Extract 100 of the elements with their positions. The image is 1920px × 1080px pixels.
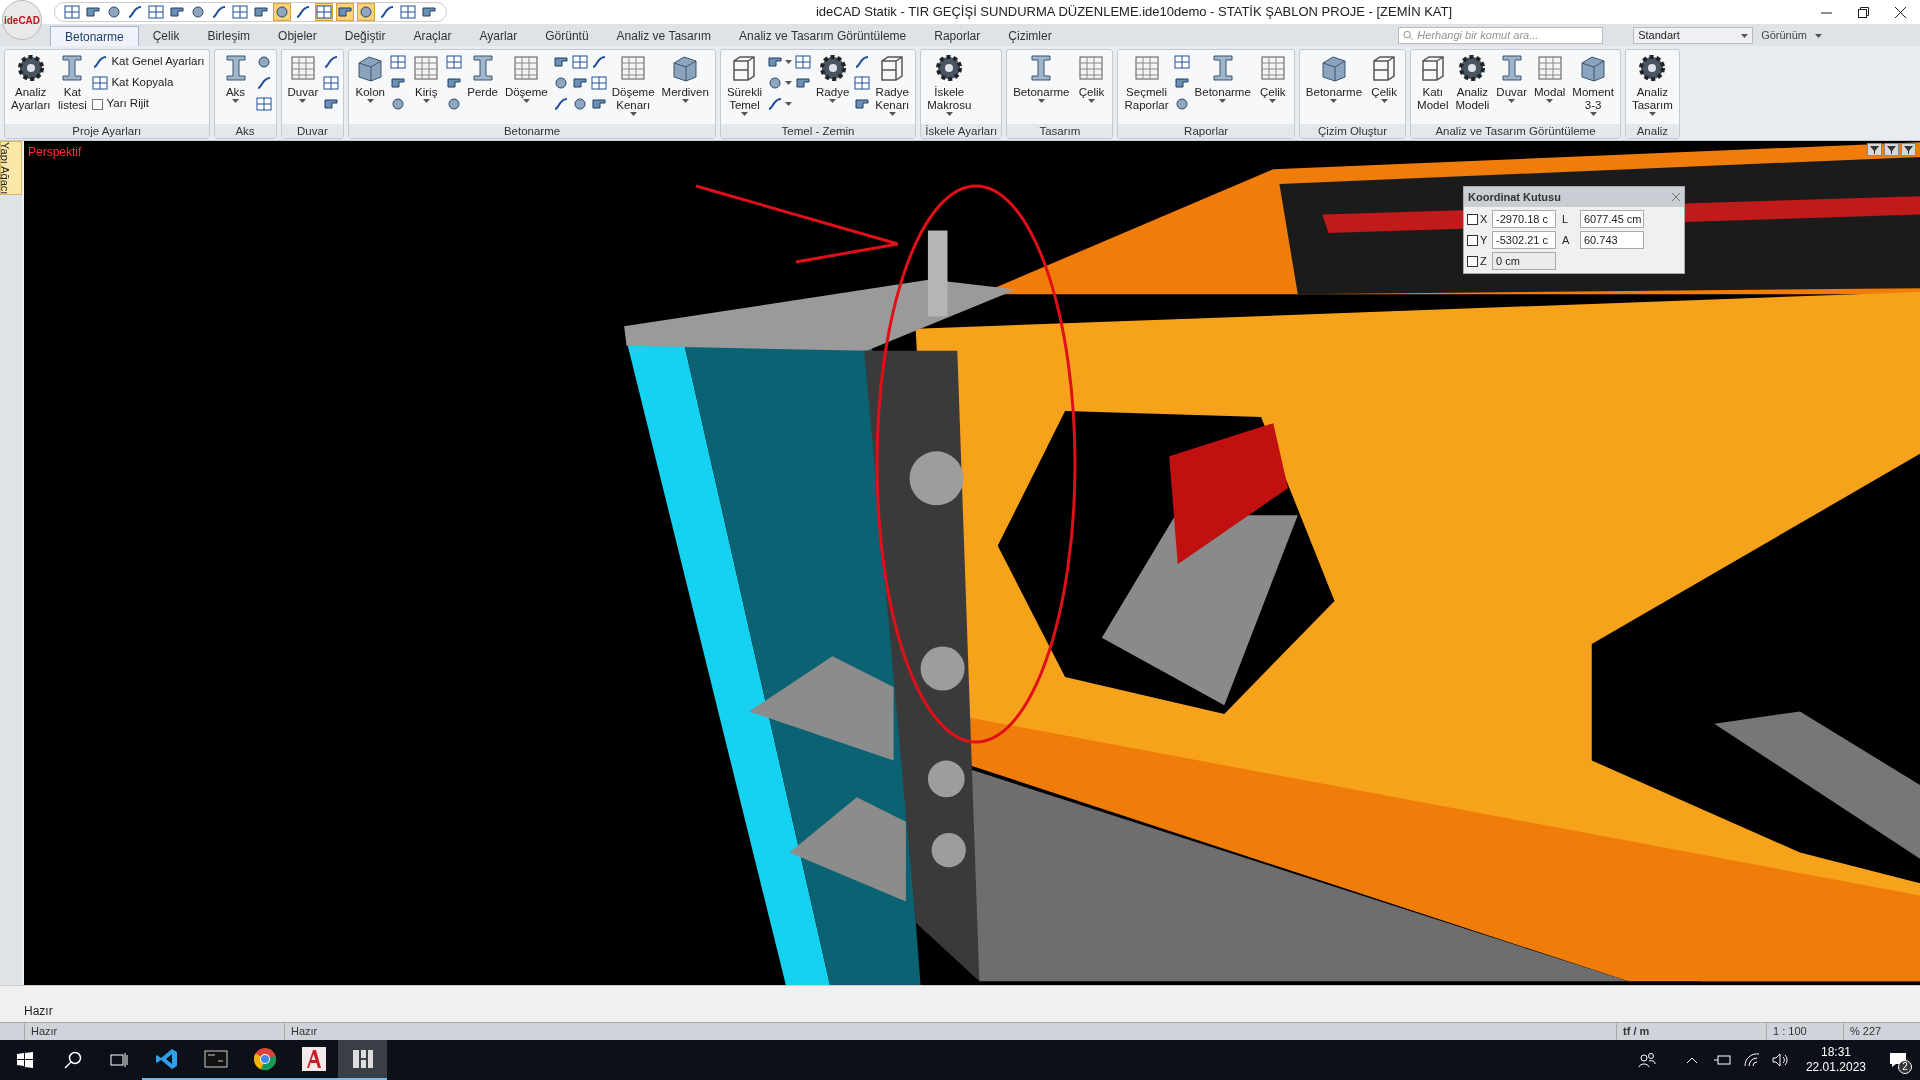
ribbon-button[interactable]: Döşeme Kenarı [609,53,657,123]
toolbar-button[interactable] [210,3,228,21]
ribbon-button[interactable]: Merdiven [659,53,711,123]
ribbon-button[interactable]: Çelik [1367,53,1402,123]
ribbon-tab[interactable]: Değiştir [330,26,400,46]
ribbon-button[interactable]: Duvar [1494,53,1529,123]
tool-button[interactable] [446,95,463,113]
tool-button[interactable] [390,53,407,71]
style-dropdown[interactable]: Standart [1633,27,1754,44]
ribbon-button[interactable]: Seçmeli Raporlar [1122,53,1171,123]
tool-button[interactable] [1173,53,1190,71]
ribbon-button[interactable]: Betonarme [1011,53,1072,123]
tool-button[interactable] [390,95,407,113]
ribbon-button[interactable]: Aks [218,53,253,123]
battery-icon[interactable] [1713,1054,1732,1066]
tool-button[interactable] [767,95,793,113]
toolbar-button[interactable] [399,3,417,21]
search-icon[interactable] [64,1051,82,1069]
tool-button[interactable] [795,53,812,71]
tool-button[interactable] [552,95,569,113]
filter-button[interactable] [1901,143,1916,156]
ribbon-tab[interactable]: Betonarme [50,26,139,46]
tool-button[interactable] [323,53,340,71]
ribbon-button[interactable]: Kolon [353,53,388,123]
ribbon-button[interactable]: Döşeme [502,53,550,123]
checkbox[interactable] [92,98,104,110]
ribbon-tab[interactable]: Raporlar [920,26,995,46]
coordinate-field[interactable]: -2970.18 c [1492,210,1556,228]
ribbon-button[interactable]: Analiz Tasarım [1629,53,1675,123]
toolbar-button[interactable] [231,3,249,21]
ribbon-button[interactable]: Modal [1532,53,1568,123]
ribbon-button[interactable]: Kat Genel Ayarları [92,53,205,71]
coordinate-field[interactable]: -5302.21 c [1492,231,1556,249]
tool-button[interactable] [571,53,588,71]
restore-icon[interactable] [1858,6,1869,18]
ribbon-tab[interactable]: Analiz ve Tasarım [602,26,726,46]
filter-button[interactable] [1867,143,1882,156]
tool-button[interactable] [323,74,340,92]
search-field[interactable]: Herhangi bir komut ara... [1398,27,1604,44]
value-field[interactable]: 6077.45 cm [1580,210,1644,228]
ribbon-button[interactable]: Analiz Modeli [1453,53,1492,123]
toolbar-button[interactable] [126,3,144,21]
notification-button[interactable]: 2 [1876,1040,1920,1080]
checkbox[interactable] [1467,234,1478,246]
tool-button[interactable] [446,53,463,71]
ribbon-button[interactable]: Kat Kopyala [92,74,205,92]
coordinate-field[interactable]: 0 cm [1492,252,1556,270]
ribbon-button[interactable]: Betonarme [1192,53,1253,123]
tool-button[interactable] [590,74,607,92]
toolbar-button[interactable] [147,3,165,21]
ribbon-button[interactable]: Betonarme [1303,53,1365,123]
task-view-icon[interactable] [110,1052,128,1068]
toolbar-button[interactable] [189,3,207,21]
ribbon-button[interactable]: Çelik [1255,53,1290,123]
tool-button[interactable] [552,74,569,92]
chevron-up-icon[interactable] [1685,1056,1698,1064]
ribbon-button[interactable]: Duvar [285,53,321,123]
toolbar-button[interactable] [378,3,396,21]
tool-button[interactable] [255,53,272,71]
people-icon[interactable] [1637,1052,1656,1068]
ribbon-button[interactable]: Perde [465,53,500,123]
ribbon-tab[interactable]: Araçlar [399,26,466,46]
ribbon-tab[interactable]: Objeler [264,26,331,46]
toolbar-button[interactable] [63,3,81,21]
toolbar-button[interactable] [105,3,123,21]
clock-date[interactable]: 22.01.2023 [1805,1060,1866,1075]
wifi-icon[interactable] [1743,1053,1760,1067]
toolbar-button[interactable] [315,3,333,21]
tool-button[interactable] [590,53,607,71]
toolbar-button[interactable] [273,3,291,21]
tool-button[interactable] [255,95,272,113]
app-logo[interactable]: ideCAD [2,0,42,40]
ribbon-button[interactable]: Kiriş [409,53,444,123]
speaker-icon[interactable] [1771,1053,1790,1067]
toolbar-button[interactable] [357,3,375,21]
toolbar-button[interactable] [294,3,312,21]
ribbon-tab[interactable]: Çizimler [994,26,1066,46]
tool-button[interactable] [255,74,272,92]
ribbon-button[interactable]: Katı Model [1415,53,1451,123]
ribbon-tab[interactable]: Çelik [138,26,194,46]
taskbar-app[interactable] [338,1040,387,1080]
windows-icon[interactable] [17,1052,33,1068]
ribbon-button[interactable]: Çelik [1074,53,1109,123]
ribbon-button[interactable]: Radye Kenarı [873,53,912,123]
close-icon[interactable] [1895,6,1906,18]
value-field[interactable]: 60.743 [1580,231,1644,249]
ribbon-tab[interactable]: Ayarlar [465,26,532,46]
ribbon-tab[interactable]: Analiz ve Tasarım Görüntüleme [725,26,921,46]
ribbon-button[interactable]: Sürekli Temel [724,53,765,123]
tool-button[interactable] [767,74,793,92]
tool-button[interactable] [1173,95,1190,113]
tool-button[interactable] [571,95,588,113]
ribbon-button[interactable]: Radye [814,53,852,123]
tool-button[interactable] [854,53,871,71]
ribbon-tab[interactable]: Görüntü [531,26,603,46]
clock-time[interactable]: 18:31 [1820,1045,1851,1060]
ribbon-button[interactable]: Moment 3-3 [1570,53,1616,123]
toolbar-button[interactable] [336,3,354,21]
tool-button[interactable] [854,74,871,92]
ribbon-button[interactable]: Analiz Ayarları [9,53,53,123]
